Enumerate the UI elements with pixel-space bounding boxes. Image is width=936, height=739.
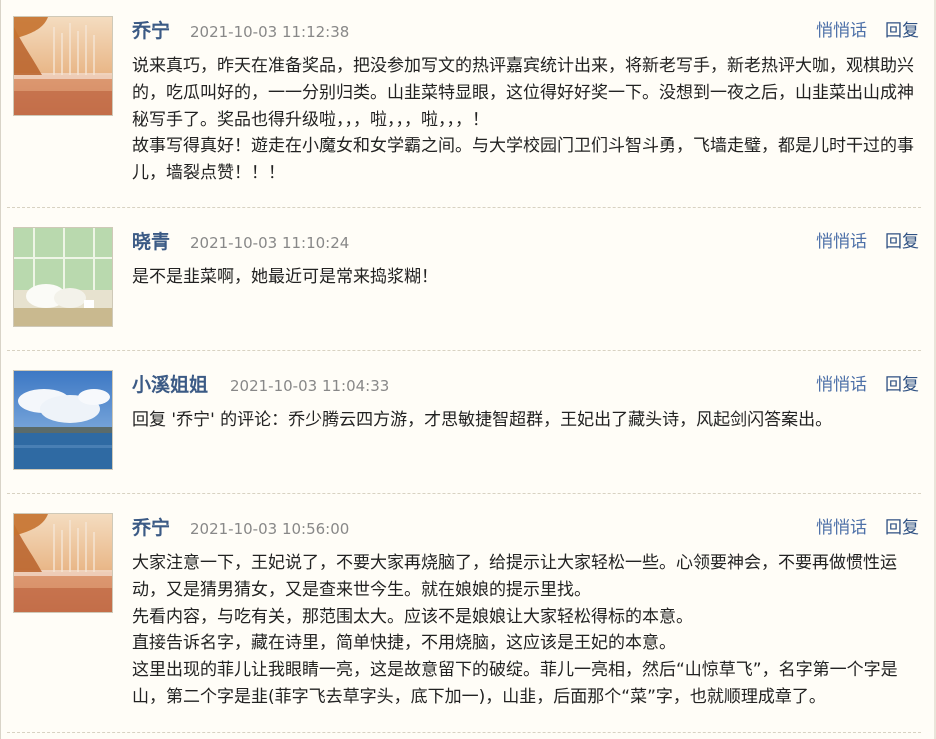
- avatar[interactable]: [13, 370, 113, 470]
- avatar[interactable]: [13, 227, 113, 327]
- username[interactable]: 乔宁: [132, 515, 170, 541]
- comment-paragraph: 回复 '乔宁' 的评论：乔少腾云四方游，才思敏捷智超群，王妃出了藏头诗，风起剑闪…: [132, 410, 833, 430]
- comment-item: 晓青 2021-10-03 11:10:24 悄悄话 回复 是不是韭菜啊，她最近可…: [1, 211, 921, 351]
- comment-body: 大家注意一下，王妃说了，不要大家再烧脑了，给提示让大家轻松一些。心领要神会，不要…: [132, 550, 922, 711]
- separator: [7, 493, 921, 494]
- comment-paragraph: 说来真巧，昨天在准备奖品，把没参加写文的热评嘉宾统计出来，将新老写手，新老热评大…: [132, 56, 914, 130]
- window-cushions-avatar-icon: [14, 228, 112, 326]
- autumn-lake-avatar-icon: [14, 17, 112, 115]
- avatar[interactable]: [13, 16, 113, 116]
- comment-paragraph: 故事写得真好！遊走在小魔女和女学霸之间。与大学校园门卫们斗智斗勇，飞墙走璧，都是…: [132, 136, 914, 184]
- whisper-link[interactable]: 悄悄话: [816, 21, 867, 41]
- reply-link[interactable]: 回复: [885, 518, 919, 538]
- comment-header: 乔宁 2021-10-03 11:12:38 悄悄话 回复: [132, 18, 921, 44]
- separator: [7, 732, 921, 733]
- separator: [7, 350, 921, 351]
- comment-actions: 悄悄话 回复: [816, 229, 919, 255]
- comment-paragraph: 这里出现的菲儿让我眼睛一亮，这是故意留下的破绽。菲儿一亮相，然后“山惊草飞”，名…: [132, 660, 898, 707]
- whisper-link[interactable]: 悄悄话: [816, 232, 867, 252]
- comment-paragraph: 直接告诉名字，藏在诗里，简单快捷，不用烧脑，这应该是王妃的本意。: [132, 633, 676, 654]
- seaside-sky-avatar-icon: [14, 371, 112, 469]
- comment-body: 说来真巧，昨天在准备奖品，把没参加写文的热评嘉宾统计出来，将新老写手，新老热评大…: [132, 53, 922, 187]
- comment-list: 乔宁 2021-10-03 11:12:38 悄悄话 回复 说来真巧，昨天在准备奖…: [0, 0, 936, 739]
- comment-header: 乔宁 2021-10-03 10:56:00 悄悄话 回复: [132, 515, 921, 541]
- autumn-lake-avatar-icon: [14, 514, 112, 612]
- comment-actions: 悄悄话 回复: [816, 515, 919, 541]
- comment-paragraph: 先看内容，与吃有关，那范围太大。应该不是娘娘让大家轻松得标的本意。: [132, 606, 693, 627]
- timestamp: 2021-10-03 11:10:24: [190, 234, 350, 252]
- comment-body: 是不是韭菜啊，她最近可是常来捣浆糊！: [132, 264, 922, 291]
- comment-item: 小溪姐姐 2021-10-03 11:04:33 悄悄话 回复 回复 '乔宁' 的…: [1, 354, 921, 494]
- comment-actions: 悄悄话 回复: [816, 18, 919, 44]
- username[interactable]: 晓青: [132, 229, 170, 255]
- comment-header: 晓青 2021-10-03 11:10:24 悄悄话 回复: [132, 229, 921, 255]
- comment-paragraph: 大家注意一下，王妃说了，不要大家再烧脑了，给提示让大家轻松一些。心领要神会，不要…: [132, 553, 897, 600]
- separator: [7, 207, 921, 208]
- reply-link[interactable]: 回复: [885, 232, 919, 252]
- username[interactable]: 乔宁: [132, 18, 170, 44]
- comment-item: 乔宁 2021-10-03 10:56:00 悄悄话 回复 大家注意一下，王妃说了…: [1, 497, 921, 733]
- reply-link[interactable]: 回复: [885, 21, 919, 41]
- comment-body: 回复 '乔宁' 的评论：乔少腾云四方游，才思敏捷智超群，王妃出了藏头诗，风起剑闪…: [132, 407, 922, 434]
- whisper-link[interactable]: 悄悄话: [816, 518, 867, 538]
- timestamp: 2021-10-03 10:56:00: [190, 520, 350, 538]
- comment-header: 小溪姐姐 2021-10-03 11:04:33 悄悄话 回复: [132, 372, 921, 398]
- timestamp: 2021-10-03 11:12:38: [190, 23, 350, 41]
- reply-link[interactable]: 回复: [885, 375, 919, 395]
- username[interactable]: 小溪姐姐: [132, 372, 208, 398]
- whisper-link[interactable]: 悄悄话: [816, 375, 867, 395]
- comment-actions: 悄悄话 回复: [816, 372, 919, 398]
- timestamp: 2021-10-03 11:04:33: [230, 377, 390, 395]
- comment-paragraph: 是不是韭菜啊，她最近可是常来捣浆糊！: [132, 267, 438, 287]
- comment-item: 乔宁 2021-10-03 11:12:38 悄悄话 回复 说来真巧，昨天在准备奖…: [1, 0, 921, 208]
- avatar[interactable]: [13, 513, 113, 613]
